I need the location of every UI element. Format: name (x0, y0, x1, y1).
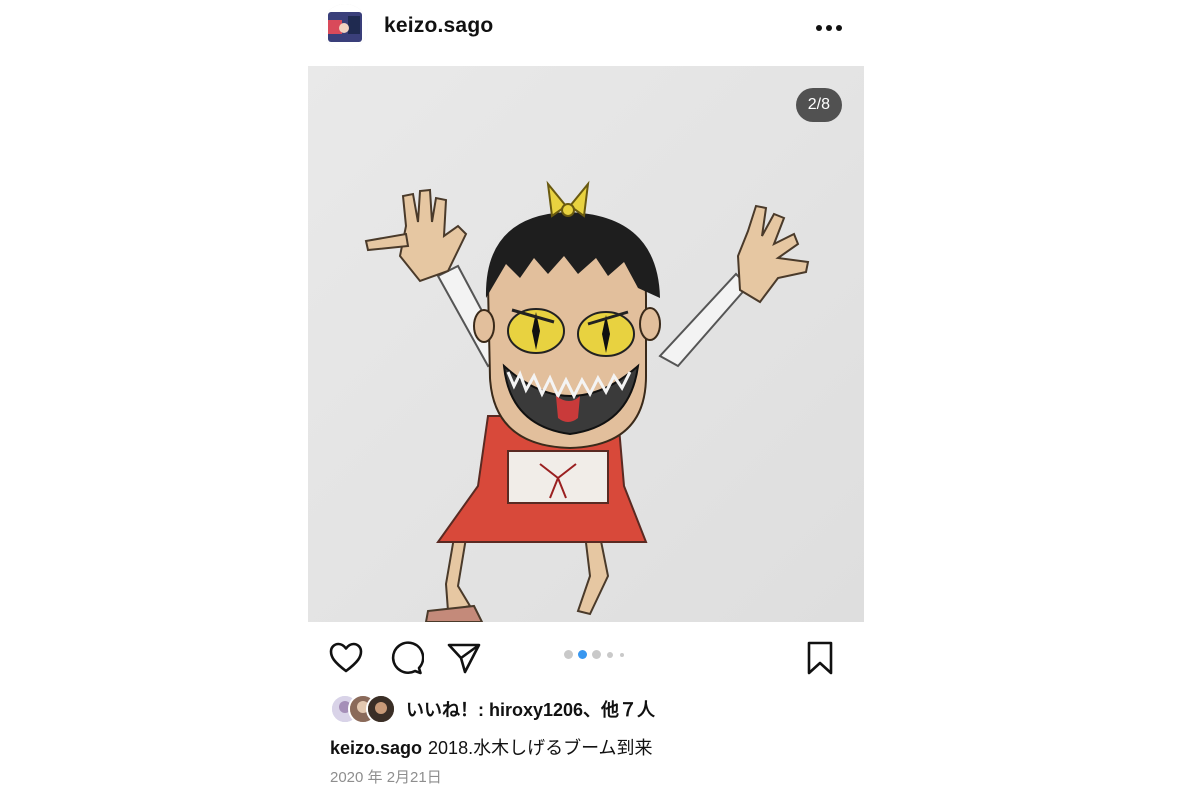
bookmark-icon[interactable] (802, 640, 838, 676)
carousel-dot-active (578, 650, 587, 659)
caption-username[interactable]: keizo.sago (330, 738, 422, 758)
carousel-dot (620, 653, 624, 657)
heart-icon[interactable] (328, 640, 364, 676)
carousel-dot (592, 650, 601, 659)
send-icon[interactable] (446, 640, 482, 676)
post-header: keizo.sago (308, 0, 864, 66)
instagram-post: keizo.sago 2/8 いいね！: hiroxy1206、他７人 keiz… (308, 0, 864, 800)
carousel-dot (607, 652, 613, 658)
comment-icon[interactable] (388, 640, 425, 676)
more-options-icon[interactable] (814, 18, 844, 38)
user-avatar[interactable] (322, 4, 368, 50)
post-username[interactable]: keizo.sago (384, 14, 493, 38)
likes-text[interactable]: いいね！: hiroxy1206、他７人 (406, 696, 655, 722)
action-bar (308, 630, 864, 684)
carousel-dot (564, 650, 573, 659)
drawing-illustration (308, 66, 864, 622)
post-date: 2020 年 2月21日 (330, 769, 442, 786)
caption-text: 2018.水木しげるブーム到来 (428, 738, 653, 758)
liker-avatar (366, 694, 396, 724)
carousel-indicator (564, 650, 634, 660)
likes-row[interactable]: いいね！: hiroxy1206、他７人 (330, 694, 850, 724)
post-image[interactable]: 2/8 (308, 66, 864, 622)
post-caption: keizo.sago 2018.水木しげるブーム到来 (330, 734, 653, 760)
carousel-counter: 2/8 (795, 88, 842, 122)
